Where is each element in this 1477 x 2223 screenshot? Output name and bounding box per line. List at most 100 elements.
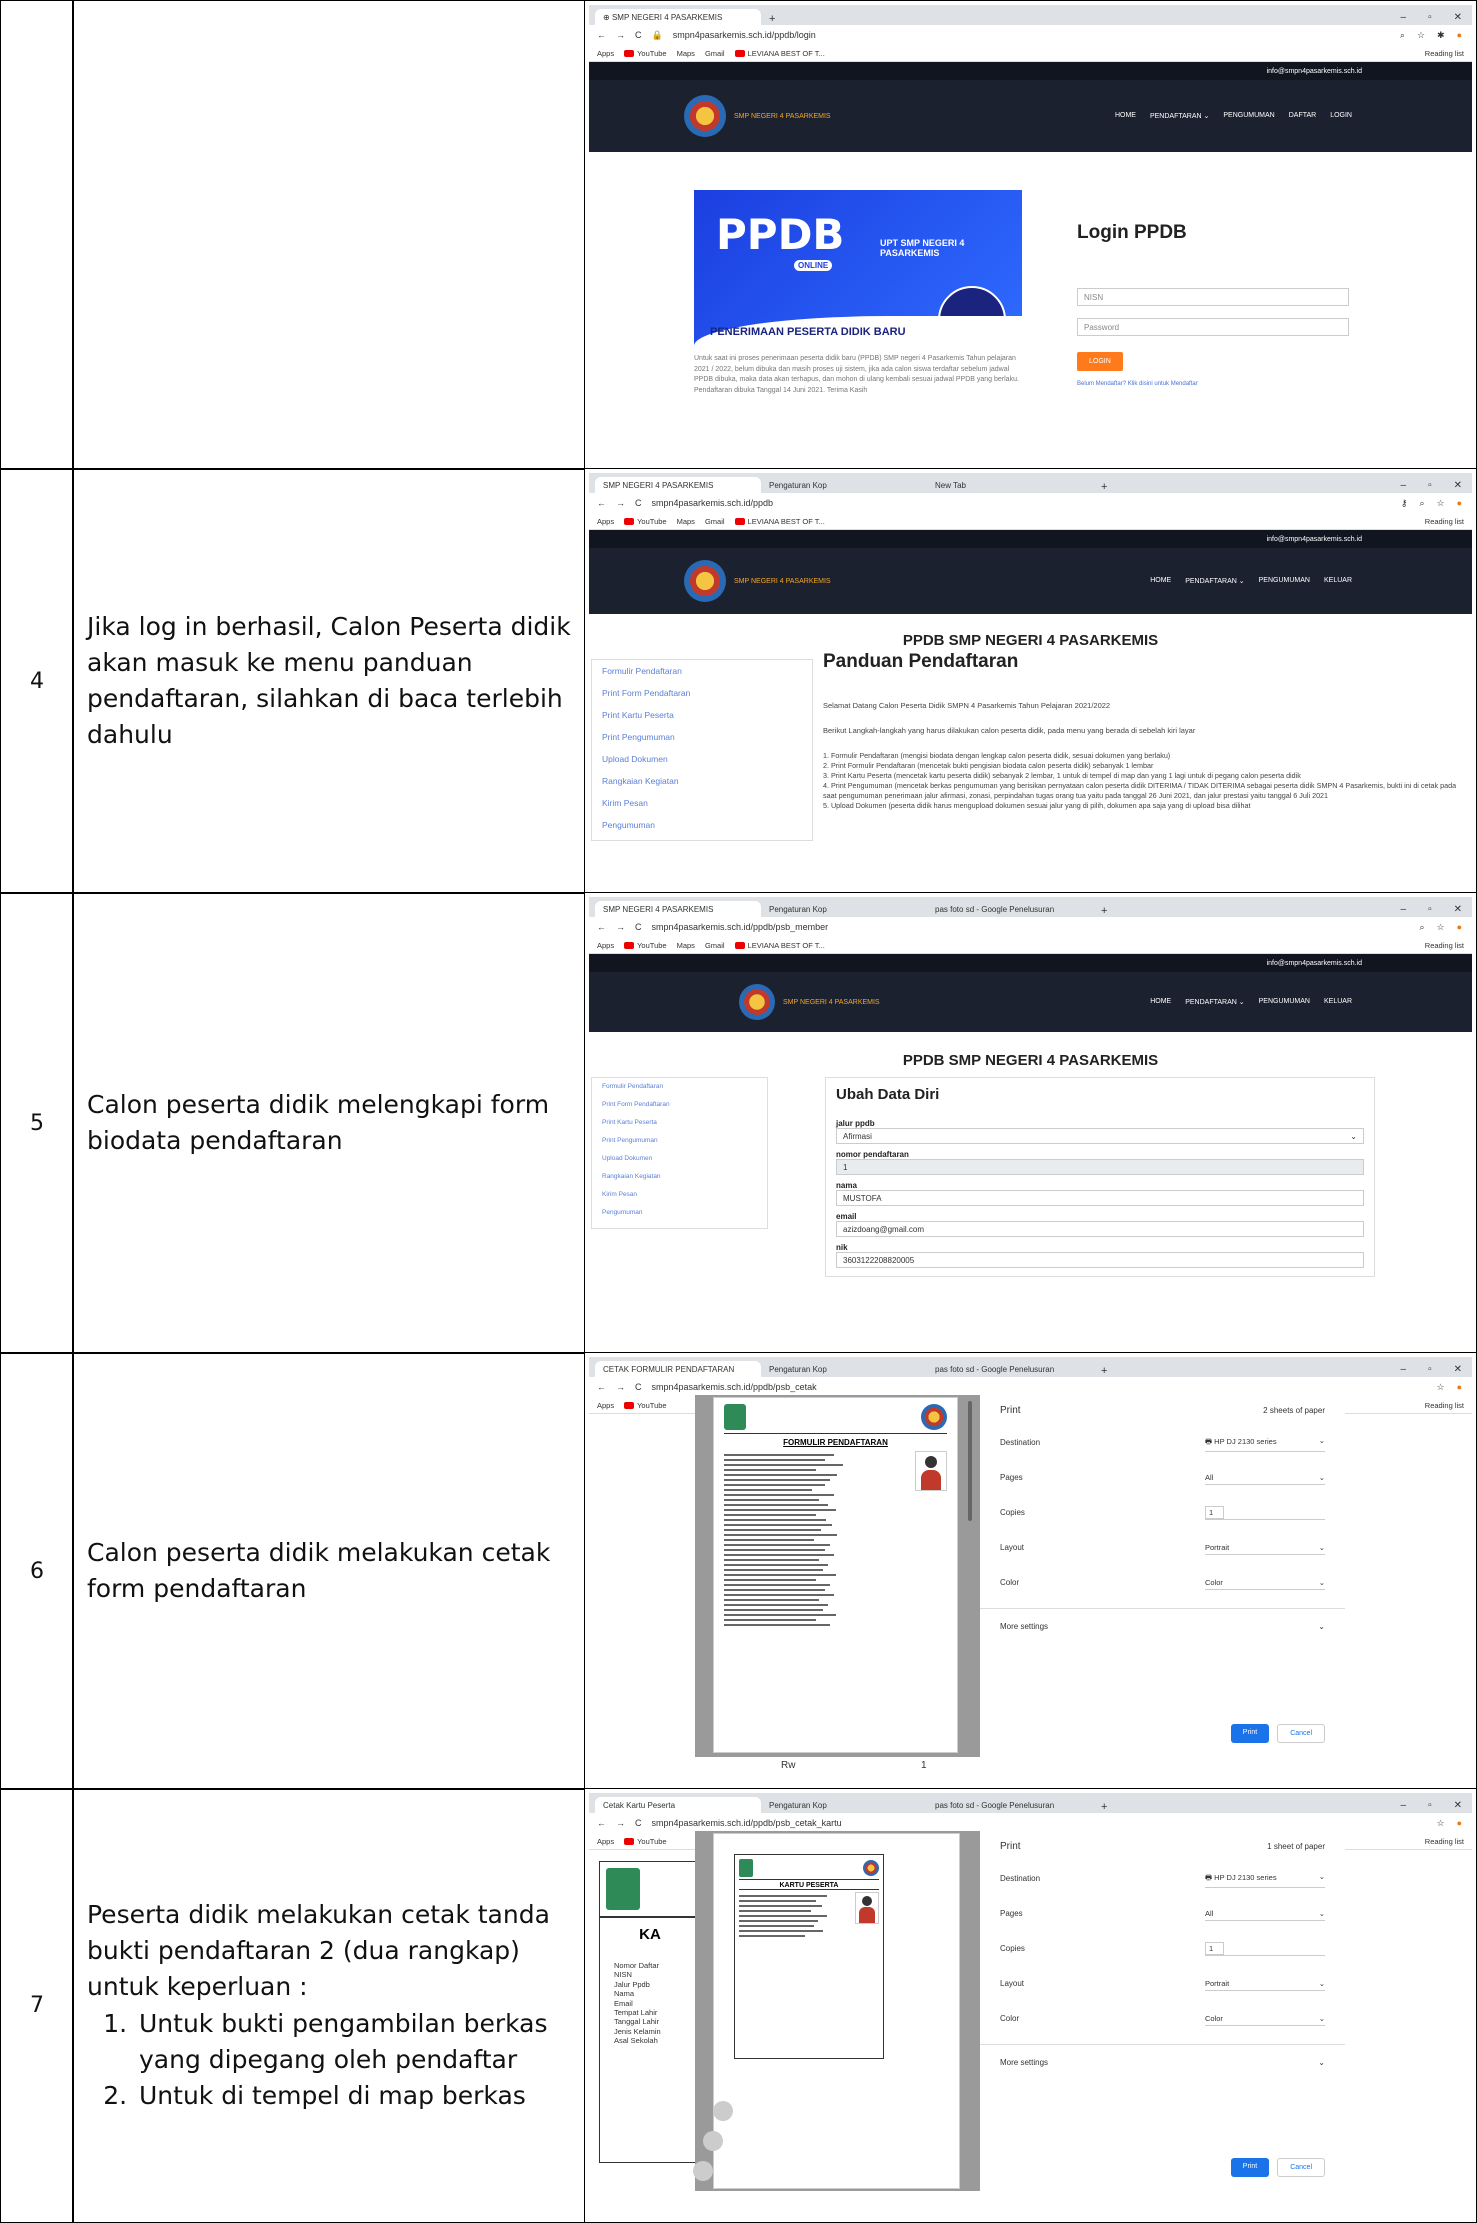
search-icon[interactable]: ⌕ (1419, 922, 1424, 933)
copies-input[interactable]: 1 (1205, 1941, 1325, 1956)
close-icon[interactable]: ✕ (1454, 480, 1462, 491)
login-button[interactable]: LOGIN (1077, 352, 1123, 371)
star-icon[interactable]: ☆ (1436, 922, 1444, 933)
print-button[interactable]: Print (1230, 1724, 1270, 1743)
nav-home[interactable]: HOME (1115, 112, 1136, 120)
nav-login[interactable]: LOGIN (1330, 112, 1352, 120)
close-icon[interactable]: ✕ (1454, 12, 1462, 23)
address-bar[interactable]: ← → C 🔒 smpn4pasarkemis.sch.id/ppdb/login ⌕… (589, 25, 1472, 45)
bookmark-apps[interactable]: Apps (597, 1837, 614, 1846)
close-icon[interactable]: ✕ (1454, 1364, 1462, 1375)
nav-pendaftaran[interactable]: PENDAFTARAN ⌄ (1150, 112, 1209, 120)
minimize-icon[interactable]: – (1401, 904, 1407, 915)
nav-pendaftaran[interactable]: PENDAFTARAN ⌄ (1185, 577, 1244, 585)
chevron-down-icon[interactable]: ⌄ (1318, 2058, 1325, 2067)
forward-icon[interactable]: → (616, 1818, 625, 1828)
bookmark-youtube[interactable]: YouTube (624, 941, 667, 950)
back-icon[interactable]: ← (597, 1382, 606, 1392)
password-input[interactable]: Password (1077, 318, 1349, 336)
print-button[interactable]: Print (1230, 2158, 1270, 2177)
browser-tab[interactable]: Pengaturan Kop (761, 901, 927, 917)
browser-tab[interactable]: New Tab (927, 477, 1093, 493)
key-icon[interactable]: ⚷ (1401, 498, 1408, 509)
reload-icon[interactable]: C (635, 30, 642, 40)
bookmark-apps[interactable]: Apps (597, 1401, 614, 1410)
profile-icon[interactable]: ● (1457, 922, 1462, 933)
more-settings[interactable]: More settings (1000, 1622, 1048, 1631)
star-icon[interactable]: ☆ (1436, 1382, 1444, 1393)
destination-select[interactable]: 🖶 HP DJ 2130 series ⌄ (1205, 1870, 1325, 1888)
sidebar-item[interactable]: Pengumuman (592, 814, 812, 836)
new-tab-icon[interactable]: + (1093, 1801, 1115, 1813)
sidebar-item[interactable]: Print Kartu Peserta (592, 704, 812, 726)
sidebar-item[interactable]: Kirim Pesan (592, 1186, 767, 1204)
nama-field[interactable]: MUSTOFA (836, 1190, 1364, 1206)
reload-icon[interactable]: C (635, 498, 642, 508)
browser-tab[interactable]: Cetak Kartu Peserta (595, 1797, 761, 1813)
bookmark-apps[interactable]: Apps (597, 941, 614, 950)
sidebar-item[interactable]: Print Form Pendaftaran (592, 1096, 767, 1114)
reading-list[interactable]: Reading list (1425, 517, 1472, 526)
sidebar-item[interactable]: Formulir Pendaftaran (592, 660, 812, 682)
back-icon[interactable]: ← (597, 922, 606, 932)
maximize-icon[interactable]: ▫ (1428, 904, 1432, 915)
bookmark-youtube[interactable]: YouTube (624, 1837, 667, 1846)
minimize-icon[interactable]: – (1401, 480, 1407, 491)
address-bar[interactable]: ← → C smpn4pasarkemis.sch.id/ppdb/psb_ceta… (589, 1377, 1472, 1397)
bookmark-apps[interactable]: Apps (597, 517, 614, 526)
bookmark-leviana[interactable]: LEVIANA BEST OF T... (734, 941, 825, 950)
sidebar-item[interactable]: Upload Dokumen (592, 748, 812, 770)
browser-tab[interactable]: SMP NEGERI 4 PASARKEMIS (595, 477, 761, 493)
destination-select[interactable]: 🖶 HP DJ 2130 series ⌄ (1205, 1434, 1325, 1452)
browser-tab[interactable]: pas foto sd - Google Penelusuran (927, 901, 1093, 917)
jalur-select[interactable]: Afirmasi ⌄ (836, 1128, 1364, 1144)
nav-keluar[interactable]: KELUAR (1324, 577, 1352, 585)
pages-select[interactable]: All ⌄ (1205, 1907, 1325, 1921)
bookmark-youtube[interactable]: YouTube (624, 49, 667, 58)
address-bar[interactable]: ← → C smpn4pasarkemis.sch.id/ppdb ⚷ ⌕ ☆ ● (589, 493, 1472, 513)
address-bar[interactable]: ← → C smpn4pasarkemis.sch.id/ppdb/psb_ceta… (589, 1813, 1472, 1833)
layout-select[interactable]: Portrait ⌄ (1205, 1541, 1325, 1555)
browser-tab[interactable]: pas foto sd - Google Penelusuran (927, 1361, 1093, 1377)
close-icon[interactable]: ✕ (1454, 904, 1462, 915)
extensions-icon[interactable]: ✱ (1437, 30, 1445, 41)
browser-tab[interactable]: ⊕ SMP NEGERI 4 PASARKEMIS (595, 9, 761, 25)
nisn-input[interactable]: NISN (1077, 288, 1349, 306)
nav-home[interactable]: HOME (1150, 998, 1171, 1006)
bookmark-gmail[interactable]: Gmail (705, 517, 725, 526)
maximize-icon[interactable]: ▫ (1428, 480, 1432, 491)
new-tab-icon[interactable]: + (1093, 481, 1115, 493)
browser-tab[interactable]: Pengaturan Kop (761, 1361, 927, 1377)
profile-icon[interactable]: ● (1457, 1382, 1462, 1393)
sidebar-item[interactable]: Kirim Pesan (592, 792, 812, 814)
sidebar-item[interactable]: Print Kartu Peserta (592, 1114, 767, 1132)
more-settings[interactable]: More settings (1000, 2058, 1048, 2067)
sidebar-item[interactable]: Print Pengumuman (592, 1132, 767, 1150)
minimize-icon[interactable]: – (1401, 1800, 1407, 1811)
color-select[interactable]: Color ⌄ (1205, 1576, 1325, 1590)
star-icon[interactable]: ☆ (1436, 498, 1444, 509)
register-link[interactable]: Belum Mendaftar? Klik disini untuk Menda… (1077, 381, 1198, 387)
bookmark-maps[interactable]: Maps (677, 941, 695, 950)
profile-icon[interactable]: ● (1457, 30, 1462, 41)
sidebar-item[interactable]: Pengumuman (592, 1204, 767, 1222)
chevron-down-icon[interactable]: ⌄ (1318, 1622, 1325, 1631)
browser-tab[interactable]: SMP NEGERI 4 PASARKEMIS (595, 901, 761, 917)
browser-tab[interactable]: Pengaturan Kop (761, 477, 927, 493)
sidebar-item[interactable]: Print Form Pendaftaran (592, 682, 812, 704)
maximize-icon[interactable]: ▫ (1428, 1364, 1432, 1375)
reload-icon[interactable]: C (635, 1818, 642, 1828)
profile-icon[interactable]: ● (1457, 498, 1462, 509)
forward-icon[interactable]: → (616, 922, 625, 932)
forward-icon[interactable]: → (616, 498, 625, 508)
reading-list[interactable]: Reading list (1425, 49, 1472, 58)
nav-daftar[interactable]: DAFTAR (1289, 112, 1316, 120)
nik-field[interactable]: 3603122208820005 (836, 1252, 1364, 1268)
bookmark-apps[interactable]: Apps (597, 49, 614, 58)
sidebar-item[interactable]: Upload Dokumen (592, 1150, 767, 1168)
bookmark-youtube[interactable]: YouTube (624, 1401, 667, 1410)
sidebar-item[interactable]: Rangkaian Kegiatan (592, 770, 812, 792)
bookmark-youtube[interactable]: YouTube (624, 517, 667, 526)
reload-icon[interactable]: C (635, 922, 642, 932)
minimize-icon[interactable]: – (1401, 1364, 1407, 1375)
